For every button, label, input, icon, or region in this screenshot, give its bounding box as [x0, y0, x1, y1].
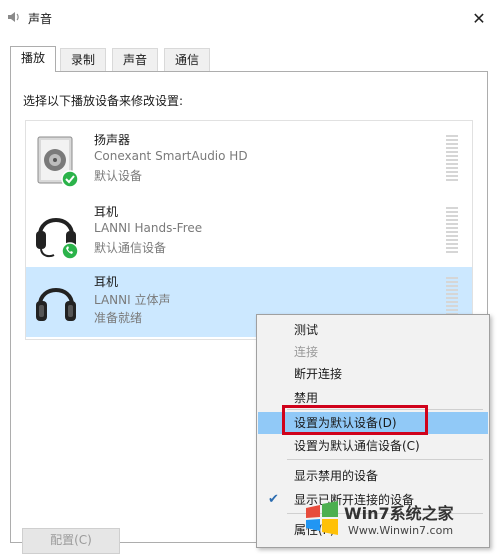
menu-separator: [287, 459, 483, 460]
menu-item-connect: 连接: [294, 345, 319, 359]
device-item-speaker[interactable]: 扬声器 Conexant SmartAudio HD 默认设备: [26, 125, 472, 195]
phone-badge-icon: [61, 242, 79, 260]
watermark-brand: Win7系统之家: [344, 504, 454, 523]
close-button[interactable]: ✕: [464, 4, 494, 32]
device-item-headset[interactable]: 耳机 LANNI Hands-Free 默认通信设备: [26, 197, 472, 267]
menu-item-test[interactable]: 测试: [258, 319, 488, 341]
headphones-icon: [36, 288, 76, 321]
device-description: Conexant SmartAudio HD: [94, 149, 248, 163]
tab-recording[interactable]: 录制: [60, 48, 107, 71]
annotation-highlight-box: [282, 405, 428, 435]
menu-item-set-default-comm-device[interactable]: 设置为默认通信设备(C): [258, 435, 488, 457]
device-name: 耳机: [94, 205, 119, 219]
volume-meter: [446, 207, 458, 255]
device-status: 准备就绪: [94, 311, 143, 325]
close-icon: ✕: [472, 8, 486, 28]
headset-icon: [36, 218, 79, 260]
configure-button[interactable]: 配置(C): [22, 528, 120, 554]
device-name: 扬声器: [94, 133, 131, 147]
tab-playback[interactable]: 播放: [10, 46, 57, 72]
tab-communications[interactable]: 通信: [164, 48, 211, 71]
device-status: 默认设备: [94, 169, 143, 183]
title-bar: 声音 ✕: [0, 0, 498, 36]
checkmark-icon: ✔: [268, 492, 279, 507]
device-name: 耳机: [94, 275, 119, 289]
menu-item-show-disabled[interactable]: 显示禁用的设备: [258, 465, 488, 487]
volume-meter: [446, 135, 458, 183]
device-description: LANNI Hands-Free: [94, 221, 203, 235]
watermark-url: Www.Winwin7.com: [348, 524, 454, 537]
tab-strip: 播放 录制 声音 通信: [10, 46, 488, 72]
windows-logo-icon: [306, 501, 338, 535]
menu-item-disconnect[interactable]: 断开连接: [258, 363, 488, 385]
device-description: LANNI 立体声: [94, 293, 171, 307]
window-title: 声音: [28, 12, 53, 26]
speaker-icon: [37, 136, 79, 188]
instruction-text: 选择以下播放设备来修改设置:: [23, 94, 184, 108]
device-list[interactable]: 扬声器 Conexant SmartAudio HD 默认设备 耳机 LANNI…: [25, 120, 473, 340]
speaker-app-icon: [8, 12, 19, 22]
check-badge-icon: [61, 170, 79, 188]
device-status: 默认通信设备: [94, 241, 167, 255]
tab-sounds[interactable]: 声音: [112, 48, 159, 71]
